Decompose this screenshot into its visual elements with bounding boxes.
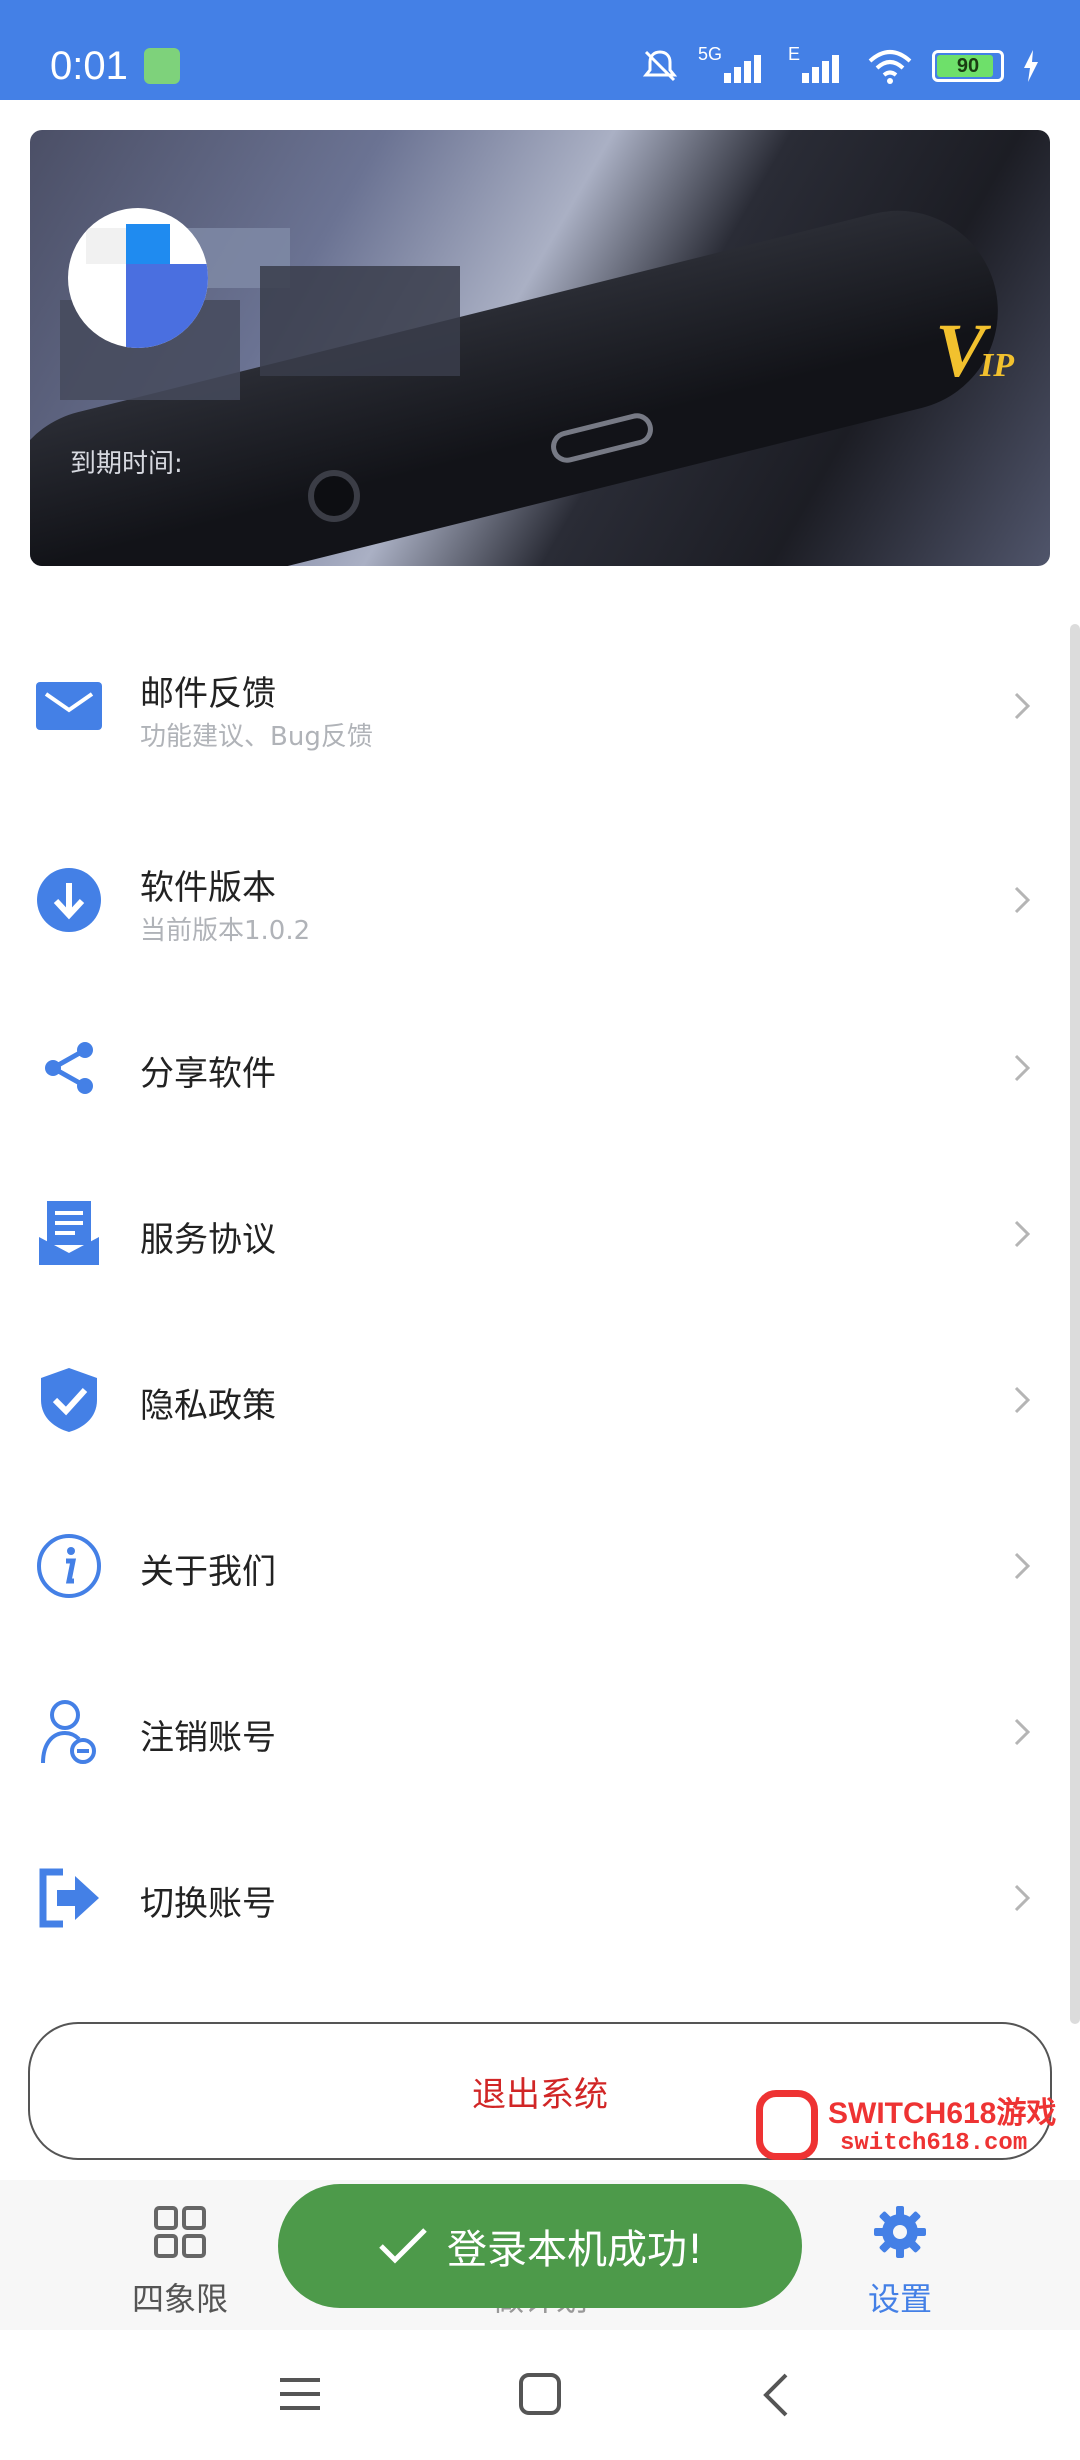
menu-item-subtitle: 当前版本1.0.2 <box>140 916 311 946</box>
document-icon <box>34 1199 104 1269</box>
user-remove-icon <box>34 1697 104 1767</box>
profile-banner[interactable]: 到期时间: VIP <box>30 130 1050 566</box>
status-icons: 5G E 90 <box>640 44 1040 88</box>
menu-item-cancel-account[interactable]: 注销账号 <box>0 1662 1080 1802</box>
expiry-label: 到期时间: <box>70 449 183 479</box>
avatar[interactable] <box>68 208 208 348</box>
tab-four-quadrants[interactable]: 四象限 <box>80 2180 280 2330</box>
home-nav-icon[interactable] <box>518 2372 562 2416</box>
menu-item-title: 注销账号 <box>140 1718 276 1758</box>
charging-bolt-icon <box>1024 50 1038 82</box>
menu-item-subtitle: 功能建议、Bug反馈 <box>140 722 373 752</box>
scrollbar[interactable] <box>1070 624 1080 2024</box>
status-bar: 0:01 5G E 90 <box>0 0 1080 100</box>
menu-item-about-us[interactable]: 关于我们 <box>0 1496 1080 1636</box>
tab-label: 设置 <box>867 2280 932 2318</box>
chevron-right-icon <box>1014 886 1031 914</box>
menu-item-software-version[interactable]: 软件版本 当前版本1.0.2 <box>0 830 1080 970</box>
battery-icon: 90 <box>932 50 1004 82</box>
menu-item-title: 服务协议 <box>140 1220 276 1260</box>
mute-bell-icon <box>642 50 678 82</box>
signal-icon-2 <box>802 55 839 83</box>
chevron-right-icon <box>1014 1220 1031 1248</box>
chevron-right-icon <box>1014 1552 1031 1580</box>
chevron-right-icon <box>1014 1718 1031 1746</box>
chevron-right-icon <box>1014 692 1031 720</box>
chevron-right-icon <box>1014 1884 1031 1912</box>
logout-arrow-icon <box>34 1863 104 1933</box>
toast-message: 登录本机成功! <box>446 2227 704 2273</box>
watermark-line1: SWITCH618游戏 <box>828 2097 1057 2130</box>
back-nav-icon[interactable] <box>760 2372 790 2418</box>
switch-logo-icon <box>756 2090 818 2160</box>
menu-item-switch-account[interactable]: 切换账号 <box>0 1828 1080 1968</box>
menu-nav-icon[interactable] <box>278 2374 322 2414</box>
menu-item-title: 分享软件 <box>140 1054 276 1094</box>
menu-item-service-agreement[interactable]: 服务协议 <box>0 1164 1080 1304</box>
menu-item-title: 邮件反馈 <box>140 674 276 714</box>
pixelated-block <box>260 266 460 376</box>
download-icon <box>34 865 104 935</box>
mail-icon <box>34 671 104 741</box>
menu-item-share-software[interactable]: 分享软件 <box>0 998 1080 1138</box>
grid-icon <box>154 2206 206 2258</box>
chevron-right-icon <box>1014 1386 1031 1414</box>
battery-level: 90 <box>956 55 980 77</box>
vip-badge-ip: IP <box>980 347 1014 384</box>
status-time: 0:01 <box>50 44 128 88</box>
vip-badge: VIP <box>935 308 1014 395</box>
signal-icon <box>723 55 761 83</box>
tab-label: 四象限 <box>131 2280 228 2318</box>
wifi-icon <box>868 50 912 84</box>
watermark-line2: switch618.com <box>840 2130 1028 2157</box>
chevron-right-icon <box>1014 1054 1031 1082</box>
network-5g-label: 5G <box>697 44 722 64</box>
menu-item-title: 隐私政策 <box>140 1386 276 1426</box>
check-icon <box>379 2228 427 2264</box>
info-icon <box>34 1531 104 1601</box>
watermark: SWITCH618游戏 switch618.com <box>756 2088 1080 2168</box>
android-notification-icon <box>144 48 180 84</box>
menu-item-email-feedback[interactable]: 邮件反馈 功能建议、Bug反馈 <box>0 636 1080 776</box>
vip-badge-v: V <box>935 309 986 393</box>
menu-item-title: 软件版本 <box>140 868 276 908</box>
network-e-label: E <box>787 44 800 64</box>
banner-jack-detail <box>308 470 360 522</box>
menu-item-privacy-policy[interactable]: 隐私政策 <box>0 1330 1080 1470</box>
tab-settings[interactable]: 设置 <box>800 2180 1000 2330</box>
shield-check-icon <box>34 1365 104 1435</box>
system-nav-bar <box>0 2330 1080 2460</box>
menu-item-title: 关于我们 <box>140 1552 276 1592</box>
menu-item-title: 切换账号 <box>140 1884 276 1924</box>
gear-icon <box>874 2206 926 2258</box>
share-icon <box>34 1033 104 1103</box>
success-toast: 登录本机成功! <box>278 2184 802 2308</box>
